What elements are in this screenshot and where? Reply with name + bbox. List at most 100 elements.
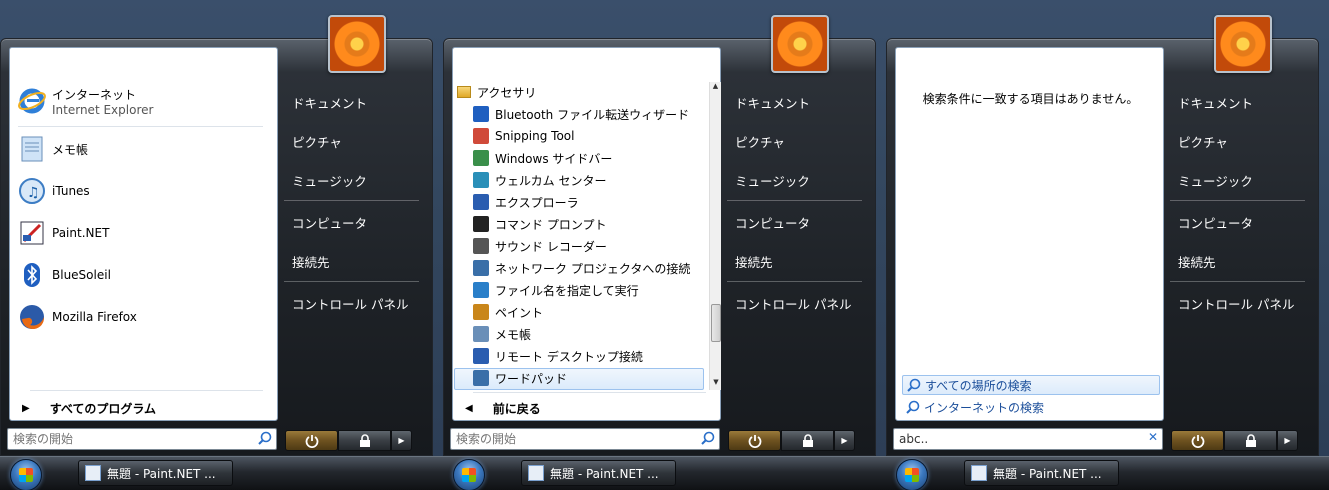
taskbar-button-paint-net[interactable]: 無題 - Paint.NET ...	[78, 460, 233, 486]
divider	[284, 200, 419, 201]
internet-explorer-icon	[16, 85, 48, 117]
accessory-label: サウンド レコーダー	[495, 239, 607, 254]
accessory-label: Windows サイドバー	[495, 151, 613, 166]
recent-program-itunes[interactable]: ♫ iTunes	[16, 172, 266, 210]
search-icon[interactable]	[258, 431, 272, 445]
recent-program-notepad[interactable]: メモ帳	[16, 130, 266, 168]
arrow-right-icon: ▶	[22, 402, 30, 414]
search-internet-link[interactable]: インターネットの検索	[902, 397, 1160, 417]
menu-control-panel[interactable]: コントロール パネル	[1178, 294, 1294, 313]
search-icon[interactable]	[701, 431, 715, 445]
search-icon	[906, 400, 920, 414]
menu-computer[interactable]: コンピュータ	[1178, 213, 1253, 232]
accessory-item[interactable]: Windows サイドバー	[473, 148, 718, 168]
program-title: メモ帳	[52, 142, 89, 157]
search-box[interactable]: ✕	[893, 428, 1163, 450]
search-input[interactable]	[451, 429, 699, 449]
menu-connect-to[interactable]: 接続先	[292, 252, 330, 271]
paint-net-icon	[16, 217, 48, 249]
power-button[interactable]	[1171, 430, 1224, 451]
accessory-item[interactable]: エクスプローラ	[473, 192, 718, 212]
search-input[interactable]	[894, 429, 1142, 449]
menu-pictures[interactable]: ピクチャ	[1178, 132, 1228, 151]
recent-program-firefox[interactable]: Mozilla Firefox	[16, 298, 266, 336]
power-button[interactable]	[285, 430, 338, 451]
recent-program-bluesoleil[interactable]: BlueSoleil	[16, 256, 266, 294]
accessory-label: ウェルカム センター	[495, 173, 607, 188]
program-title: BlueSoleil	[52, 268, 111, 282]
menu-documents[interactable]: ドキュメント	[1178, 93, 1253, 112]
notepad-icon	[473, 326, 489, 342]
menu-control-panel[interactable]: コントロール パネル	[735, 294, 851, 313]
menu-connect-to[interactable]: 接続先	[1178, 252, 1216, 271]
search-everywhere-link[interactable]: すべての場所の検索	[902, 375, 1160, 395]
accessory-item[interactable]: ワードパッド	[473, 368, 718, 388]
taskbar-button-paint-net[interactable]: 無題 - Paint.NET ...	[964, 460, 1119, 486]
shutdown-options-button[interactable]: ▶	[1277, 430, 1298, 451]
lock-button[interactable]	[1224, 430, 1277, 451]
power-controls: ▶	[728, 430, 855, 451]
taskbar-button-paint-net[interactable]: 無題 - Paint.NET ...	[521, 460, 676, 486]
accessory-item[interactable]: Snipping Tool	[473, 126, 718, 146]
scroll-up-arrow[interactable]: ▲	[710, 82, 721, 94]
shutdown-options-button[interactable]: ▶	[391, 430, 412, 451]
menu-music[interactable]: ミュージック	[735, 171, 810, 190]
search-results-pane: 検索条件に一致する項目はありません。 すべての場所の検索 インターネットの検索	[895, 47, 1164, 421]
folder-icon	[457, 86, 471, 98]
menu-computer[interactable]: コンピュータ	[735, 213, 810, 232]
menu-control-panel[interactable]: コントロール パネル	[292, 294, 408, 313]
accessory-item[interactable]: ファイル名を指定して実行	[473, 280, 718, 300]
accessory-item[interactable]: リモート デスクトップ接続	[473, 346, 718, 366]
back-button[interactable]: ◀ 前に戻る	[461, 398, 541, 418]
all-programs-button[interactable]: ▶ すべてのプログラム	[18, 398, 258, 418]
menu-music[interactable]: ミュージック	[292, 171, 367, 190]
program-title: Paint.NET	[52, 226, 110, 240]
lock-button[interactable]	[338, 430, 391, 451]
menu-documents[interactable]: ドキュメント	[735, 93, 810, 112]
menu-connect-to[interactable]: 接続先	[735, 252, 773, 271]
user-picture[interactable]	[771, 15, 829, 73]
search-icon	[907, 378, 921, 392]
user-picture[interactable]	[328, 15, 386, 73]
accessory-label: メモ帳	[495, 327, 532, 342]
accessory-item[interactable]: メモ帳	[473, 324, 718, 344]
search-input[interactable]	[8, 429, 256, 449]
menu-documents[interactable]: ドキュメント	[292, 93, 367, 112]
all-programs-label: すべてのプログラム	[49, 401, 157, 416]
power-button[interactable]	[728, 430, 781, 451]
user-picture[interactable]	[1214, 15, 1272, 73]
windows-logo-icon	[462, 468, 476, 482]
program-title: Mozilla Firefox	[52, 310, 137, 324]
start-orb-button[interactable]	[453, 459, 485, 490]
search-box[interactable]	[450, 428, 720, 450]
power-controls: ▶	[1171, 430, 1298, 451]
search-box[interactable]	[7, 428, 277, 450]
arrow-right-icon: ▶	[398, 436, 405, 445]
accessory-item[interactable]: サウンド レコーダー	[473, 236, 718, 256]
recent-program-paint-net[interactable]: Paint.NET	[16, 214, 266, 252]
menu-music[interactable]: ミュージック	[1178, 171, 1253, 190]
lock-button[interactable]	[781, 430, 834, 451]
start-orb-button[interactable]	[896, 459, 928, 490]
accessory-item[interactable]: ネットワーク プロジェクタへの接続	[473, 258, 718, 278]
windows-logo-icon	[905, 468, 919, 482]
menu-computer[interactable]: コンピュータ	[292, 213, 367, 232]
accessory-item[interactable]: ウェルカム センター	[473, 170, 718, 190]
power-icon	[748, 434, 761, 448]
folder-accessories[interactable]: アクセサリ	[457, 82, 536, 102]
pinned-program-internet[interactable]: インターネット Internet Explorer	[16, 82, 266, 120]
accessory-item[interactable]: Bluetooth ファイル転送ウィザード	[473, 104, 718, 124]
divider	[30, 390, 263, 391]
notepad-icon	[16, 133, 48, 165]
itunes-icon: ♫	[16, 175, 48, 207]
accessory-item[interactable]: ペイント	[473, 302, 718, 322]
start-orb-button[interactable]	[10, 459, 42, 490]
power-icon	[305, 434, 318, 448]
menu-pictures[interactable]: ピクチャ	[735, 132, 785, 151]
scissors-icon	[473, 128, 489, 144]
accessory-label: ネットワーク プロジェクタへの接続	[495, 261, 691, 276]
menu-pictures[interactable]: ピクチャ	[292, 132, 342, 151]
accessory-item[interactable]: コマンド プロンプト	[473, 214, 718, 234]
shutdown-options-button[interactable]: ▶	[834, 430, 855, 451]
clear-search-icon[interactable]: ✕	[1148, 430, 1158, 444]
